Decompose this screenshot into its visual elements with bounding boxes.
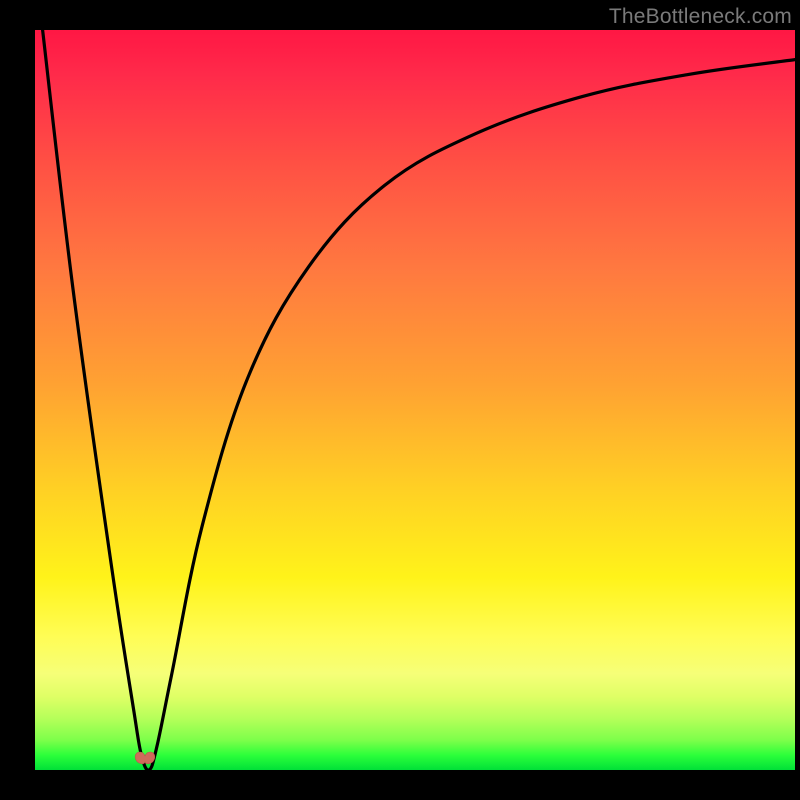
chart-frame: TheBottleneck.com: [0, 0, 800, 800]
watermark-text: TheBottleneck.com: [609, 5, 792, 29]
bottleneck-curve: [35, 30, 795, 770]
plot-area: [35, 30, 795, 770]
